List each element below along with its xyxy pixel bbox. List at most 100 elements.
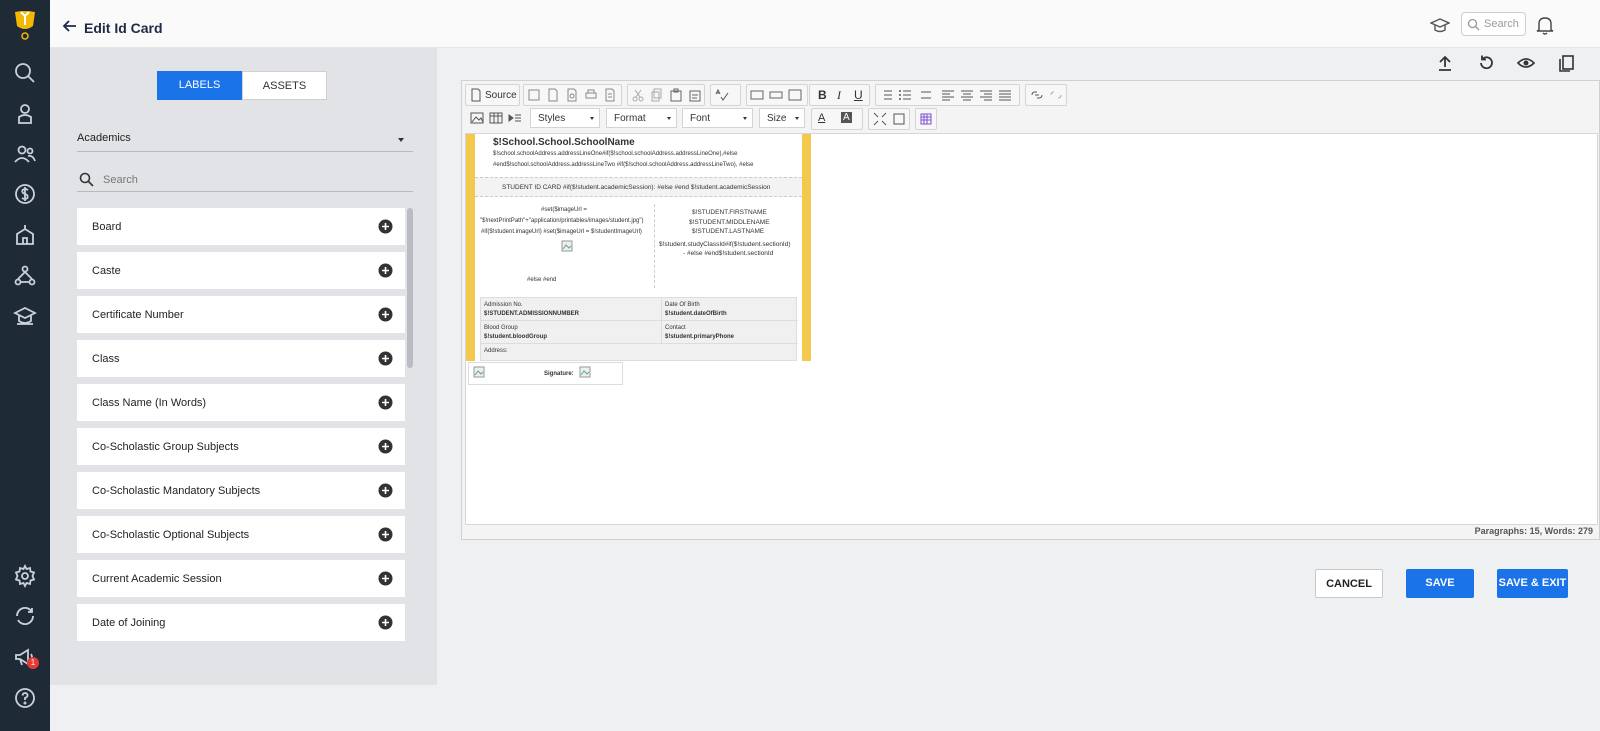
search-icon[interactable] bbox=[13, 61, 37, 85]
network-icon[interactable] bbox=[13, 264, 37, 288]
upload-icon[interactable] bbox=[1436, 54, 1454, 72]
bell-icon[interactable] bbox=[1536, 15, 1554, 35]
form-icon[interactable] bbox=[750, 88, 764, 102]
label-list-item[interactable]: Date of Joining bbox=[77, 604, 405, 641]
preview-page-icon[interactable] bbox=[565, 88, 579, 102]
left-nav-rail: 1 bbox=[0, 0, 50, 731]
paste-text-icon[interactable] bbox=[688, 88, 702, 102]
add-circle-icon[interactable] bbox=[378, 571, 393, 586]
building-icon[interactable] bbox=[13, 223, 37, 247]
label-list-item[interactable]: Current Academic Session bbox=[77, 560, 405, 597]
spellcheck-button[interactable] bbox=[710, 84, 741, 106]
label-list-item[interactable]: Class bbox=[77, 340, 405, 377]
underline-icon[interactable]: U bbox=[854, 88, 863, 102]
align-left-icon[interactable] bbox=[941, 88, 955, 102]
help-icon[interactable] bbox=[13, 686, 37, 710]
source-button[interactable]: Source bbox=[465, 84, 520, 106]
font-dropdown[interactable]: Font bbox=[682, 108, 753, 128]
id-card-body: $!School.School.SchoolName $!school.scho… bbox=[475, 134, 802, 361]
signature-row: Signature: bbox=[468, 362, 623, 385]
paste-icon[interactable] bbox=[669, 88, 683, 102]
image-button-icon[interactable] bbox=[788, 88, 802, 102]
school-icon[interactable] bbox=[12, 304, 38, 328]
copy-text-icon[interactable] bbox=[650, 88, 664, 102]
label-list: Board Caste Certificate Number Class Class N… bbox=[77, 208, 405, 661]
textfield-icon[interactable] bbox=[769, 88, 783, 102]
preview-eye-icon[interactable] bbox=[1517, 54, 1535, 72]
back-arrow-icon[interactable] bbox=[62, 18, 78, 34]
italic-icon[interactable]: I bbox=[837, 88, 841, 103]
label-list-item[interactable]: Caste bbox=[77, 252, 405, 289]
styles-dropdown[interactable]: Styles bbox=[530, 108, 600, 128]
add-circle-icon[interactable] bbox=[378, 615, 393, 630]
copy-icon[interactable] bbox=[1558, 54, 1576, 72]
text-color-icon[interactable]: A bbox=[818, 112, 825, 124]
templates-icon[interactable] bbox=[603, 88, 617, 102]
graduation-cap-icon[interactable] bbox=[1430, 16, 1450, 36]
show-blocks-icon[interactable] bbox=[892, 112, 906, 126]
settings-icon[interactable] bbox=[13, 563, 37, 589]
label-list-item[interactable]: Co-Scholastic Optional Subjects bbox=[77, 516, 405, 553]
add-circle-icon[interactable] bbox=[378, 395, 393, 410]
global-search-input[interactable]: Search bbox=[1461, 12, 1526, 36]
add-circle-icon[interactable] bbox=[378, 263, 393, 278]
label-list-item[interactable]: Board bbox=[77, 208, 405, 245]
align-center-icon[interactable] bbox=[960, 88, 974, 102]
align-justify-icon[interactable] bbox=[998, 88, 1012, 102]
label-search-input[interactable] bbox=[103, 172, 403, 188]
save-and-exit-button[interactable]: SAVE & EXIT bbox=[1497, 569, 1568, 598]
print-icon[interactable] bbox=[584, 88, 598, 102]
label-list-item[interactable]: Co-Scholastic Group Subjects bbox=[77, 428, 405, 465]
fees-icon[interactable] bbox=[13, 182, 37, 206]
label-list-scrollbar[interactable] bbox=[407, 208, 413, 368]
new-page-icon[interactable] bbox=[546, 88, 560, 102]
maximize-icon[interactable] bbox=[873, 112, 887, 126]
sync-icon[interactable] bbox=[13, 604, 37, 628]
add-circle-icon[interactable] bbox=[378, 439, 393, 454]
label-list-item-text: Co-Scholastic Optional Subjects bbox=[92, 529, 250, 541]
label-list-item[interactable]: Co-Scholastic Mandatory Subjects bbox=[77, 472, 405, 509]
basic-styles: B I U bbox=[809, 84, 870, 106]
styles-label: Styles bbox=[538, 113, 566, 124]
cut-icon[interactable] bbox=[631, 88, 645, 102]
horizontal-rule-icon[interactable] bbox=[508, 111, 522, 125]
source-icon bbox=[471, 88, 481, 102]
editor-status-bar: Paragraphs: 15, Words: 279 bbox=[1474, 526, 1593, 536]
label-list-item[interactable]: Class Name (In Words) bbox=[77, 384, 405, 421]
cancel-button[interactable]: CANCEL bbox=[1315, 569, 1383, 598]
category-select[interactable]: Academics bbox=[77, 132, 413, 152]
align-right-icon[interactable] bbox=[979, 88, 993, 102]
save-button[interactable]: SAVE bbox=[1406, 569, 1474, 598]
insert-image-icon[interactable] bbox=[470, 111, 484, 125]
add-circle-icon[interactable] bbox=[378, 219, 393, 234]
bulleted-list-icon[interactable] bbox=[898, 88, 912, 102]
label-list-item[interactable]: Certificate Number bbox=[77, 296, 405, 333]
size-dropdown[interactable]: Size bbox=[759, 108, 805, 128]
id-card-editor: Source B I U Styles Format Font Size A A… bbox=[461, 80, 1600, 540]
tab-labels[interactable]: LABELS bbox=[157, 71, 242, 100]
bold-icon[interactable]: B bbox=[818, 88, 827, 102]
link-icon[interactable] bbox=[1030, 88, 1044, 102]
size-label: Size bbox=[767, 113, 787, 124]
add-circle-icon[interactable] bbox=[378, 351, 393, 366]
numbered-list-icon[interactable] bbox=[879, 88, 893, 102]
reset-icon[interactable] bbox=[1477, 54, 1495, 72]
search-icon bbox=[1467, 18, 1480, 31]
add-circle-icon[interactable] bbox=[378, 307, 393, 322]
format-dropdown[interactable]: Format bbox=[606, 108, 677, 128]
source-label: Source bbox=[485, 90, 517, 101]
tab-assets[interactable]: ASSETS bbox=[242, 71, 327, 100]
bidi-icon[interactable] bbox=[919, 88, 933, 102]
insert-table-icon[interactable] bbox=[489, 111, 503, 125]
add-circle-icon[interactable] bbox=[378, 527, 393, 542]
grid-button[interactable] bbox=[915, 108, 937, 130]
student-icon[interactable] bbox=[13, 102, 37, 126]
unlink-icon[interactable] bbox=[1049, 88, 1063, 102]
image-script-line3: #if($!student.imageUrl) #set($imageUrl =… bbox=[481, 229, 642, 235]
users-icon[interactable] bbox=[13, 142, 37, 166]
app-logo-icon[interactable] bbox=[12, 8, 38, 42]
add-circle-icon[interactable] bbox=[378, 483, 393, 498]
editor-content-area[interactable]: $!School.School.SchoolName $!school.scho… bbox=[465, 133, 1598, 525]
bg-color-icon[interactable]: A bbox=[841, 112, 852, 123]
save-doc-icon[interactable] bbox=[527, 88, 541, 102]
